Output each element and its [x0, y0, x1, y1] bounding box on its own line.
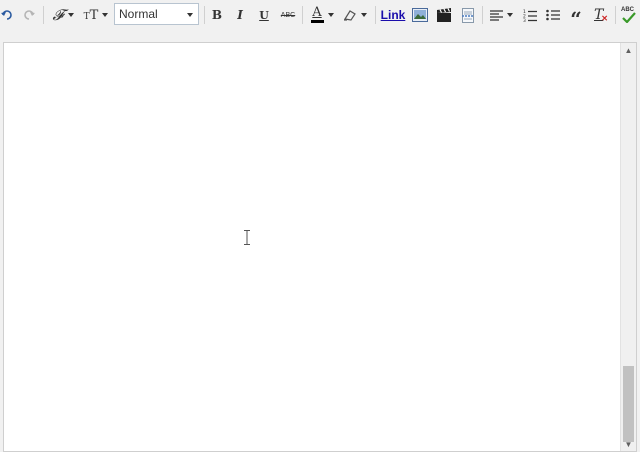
- numbered-list-button[interactable]: 1 2 3: [520, 4, 540, 26]
- bullet-list-button[interactable]: [543, 4, 563, 26]
- remove-formatting-button[interactable]: T ✕: [590, 4, 610, 26]
- underline-label: U: [259, 8, 269, 22]
- scroll-down-arrow[interactable]: ▼: [621, 437, 636, 451]
- font-size-button[interactable]: TT: [82, 4, 110, 26]
- highlighter-icon: [344, 10, 356, 21]
- text-cursor-icon: [244, 230, 250, 245]
- chevron-down-icon: [327, 13, 334, 17]
- remove-formatting-icon: T ✕: [594, 6, 608, 23]
- spellcheck-icon: ABC: [621, 7, 637, 23]
- align-left-icon: [489, 9, 503, 21]
- bullet-list-icon: [546, 9, 560, 21]
- text-color-button[interactable]: A: [308, 4, 336, 26]
- blockquote-button[interactable]: “: [566, 4, 586, 31]
- undo-button[interactable]: [0, 4, 14, 26]
- link-label: Link: [380, 8, 406, 22]
- svg-text:3: 3: [523, 18, 526, 22]
- toolbar-separator: [43, 6, 44, 24]
- font-family-button[interactable]: 𝓕: [49, 4, 77, 26]
- strikethrough-button[interactable]: ABC: [278, 4, 298, 26]
- editor-scrollbar[interactable]: ▲ ▼: [620, 43, 636, 451]
- toolbar-separator: [204, 6, 205, 24]
- numbered-list-icon: 1 2 3: [523, 9, 537, 22]
- scrollbar-thumb[interactable]: [623, 366, 634, 442]
- redo-button[interactable]: [20, 4, 38, 26]
- undo-icon: [1, 10, 12, 20]
- clapperboard-icon: [437, 8, 451, 22]
- spellcheck-button[interactable]: ABC: [619, 4, 639, 26]
- format-select[interactable]: Normal: [114, 3, 199, 25]
- bold-label: B: [211, 8, 223, 22]
- text-color-label: A: [312, 5, 322, 20]
- insert-video-button[interactable]: [434, 4, 454, 26]
- alignment-button[interactable]: [486, 4, 516, 26]
- chevron-down-icon: [67, 13, 74, 17]
- chevron-down-icon: [102, 13, 109, 17]
- document-break-icon: [462, 7, 474, 23]
- format-select-value: Normal: [119, 7, 158, 21]
- chevron-down-icon: ▼: [624, 439, 633, 449]
- toolbar-separator: [302, 6, 303, 24]
- toolbar-separator: [482, 6, 483, 24]
- chevron-down-icon: [506, 13, 513, 17]
- underline-button[interactable]: U: [255, 4, 273, 26]
- redo-icon: [24, 10, 35, 20]
- link-button[interactable]: Link: [380, 4, 406, 26]
- toolbar-separator: [615, 6, 616, 24]
- scroll-up-arrow[interactable]: ▲: [621, 43, 636, 57]
- highlight-color-button[interactable]: [341, 4, 369, 26]
- editor-frame: ▲ ▼: [3, 42, 637, 452]
- post-body-editor[interactable]: [4, 43, 620, 451]
- quote-icon: “: [570, 6, 582, 31]
- insert-image-button[interactable]: [410, 4, 430, 26]
- toolbar-separator: [375, 6, 376, 24]
- italic-label: I: [237, 8, 243, 22]
- insert-jump-break-button[interactable]: [458, 4, 478, 26]
- chevron-up-icon: ▲: [624, 45, 633, 55]
- italic-button[interactable]: I: [231, 4, 249, 26]
- image-icon: [412, 8, 428, 22]
- text-color-icon: A: [310, 5, 324, 23]
- strikethrough-label: ABC: [280, 11, 296, 19]
- font-family-icon: 𝓕: [52, 6, 64, 24]
- editor-toolbar: 𝓕 TT Normal B I U ABC A Link 1 2 3 “ T ✕…: [0, 0, 640, 30]
- chevron-down-icon: [187, 13, 193, 17]
- chevron-down-icon: [361, 13, 367, 17]
- font-size-icon: TT: [83, 7, 99, 23]
- bold-button[interactable]: B: [208, 4, 226, 26]
